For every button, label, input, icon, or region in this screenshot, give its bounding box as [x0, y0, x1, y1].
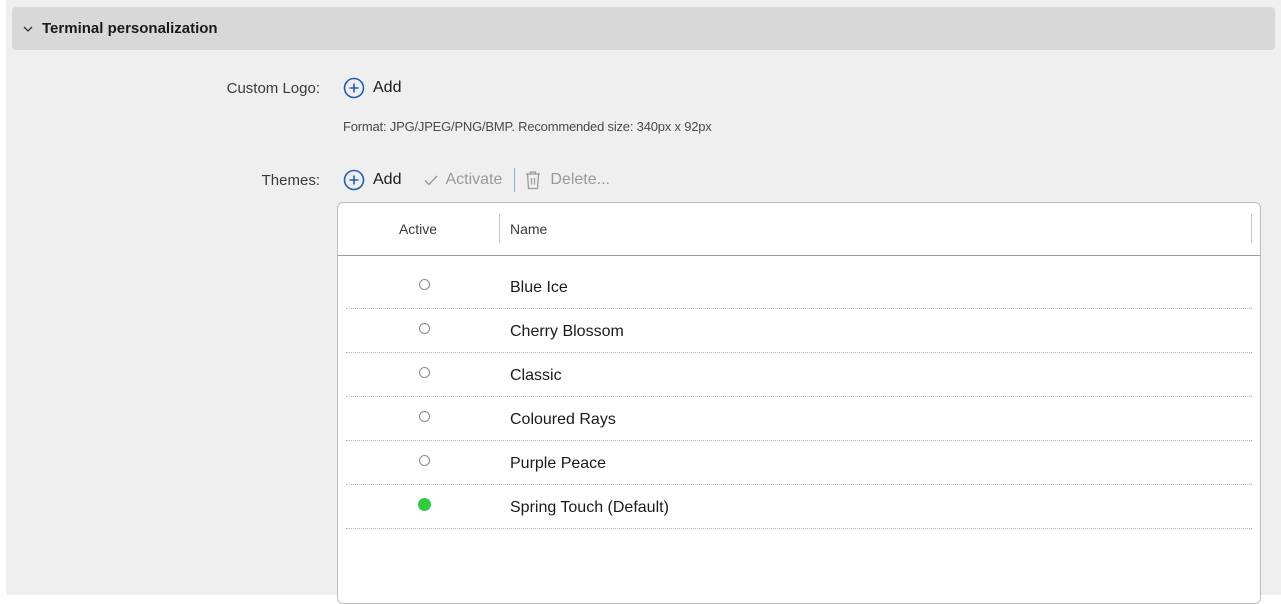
column-divider[interactable] [499, 214, 500, 243]
active-indicator[interactable] [418, 498, 431, 511]
theme-name: Spring Touch (Default) [510, 499, 669, 516]
column-divider[interactable] [1251, 214, 1252, 243]
table-row[interactable]: Classic [346, 353, 1252, 397]
custom-logo-label: Custom Logo: [226, 80, 320, 97]
themes-label: Themes: [261, 172, 320, 189]
theme-name: Coloured Rays [510, 411, 616, 428]
toolbar-divider [514, 168, 516, 192]
table-row[interactable]: Blue Ice [346, 265, 1252, 309]
add-logo-button[interactable]: Add [343, 77, 401, 99]
add-logo-label: Add [373, 79, 402, 96]
custom-logo-toolbar: Add [343, 77, 401, 99]
trash-icon [526, 171, 541, 190]
chevron-down-icon [23, 26, 33, 32]
plus-circle-icon [343, 77, 365, 99]
themes-table: Active Name Blue Ice Cherry Blossom Classi… [337, 202, 1261, 604]
table-row[interactable]: Coloured Rays [346, 397, 1252, 441]
theme-name: Blue Ice [510, 279, 568, 296]
table-row[interactable]: Cherry Blossom [346, 309, 1252, 353]
inactive-radio[interactable] [419, 411, 430, 422]
themes-toolbar: Add Activate Delete... [343, 168, 610, 192]
table-row[interactable]: Spring Touch (Default) [346, 485, 1252, 529]
theme-name: Cherry Blossom [510, 323, 624, 340]
inactive-radio[interactable] [419, 367, 430, 378]
checkmark-icon [424, 175, 438, 186]
inactive-radio[interactable] [419, 455, 430, 466]
theme-name: Classic [510, 367, 562, 384]
column-header-name[interactable]: Name [510, 221, 547, 237]
activate-theme-label: Activate [445, 171, 503, 188]
activate-theme-button[interactable]: Activate [423, 171, 502, 189]
logo-format-hint: Format: JPG/JPEG/PNG/BMP. Recommended si… [343, 119, 712, 134]
add-theme-label: Add [373, 171, 402, 188]
theme-name: Purple Peace [510, 455, 607, 472]
section-title: Terminal personalization [42, 20, 218, 37]
column-header-active[interactable]: Active [338, 221, 498, 237]
table-row[interactable]: Purple Peace [346, 441, 1252, 485]
table-header: Active Name [338, 203, 1260, 256]
section-header-terminal-personalization[interactable]: Terminal personalization [12, 7, 1275, 50]
delete-theme-label: Delete... [550, 171, 610, 188]
delete-theme-button[interactable]: Delete... [524, 169, 610, 191]
inactive-radio[interactable] [419, 323, 430, 334]
plus-circle-icon [343, 169, 365, 191]
add-theme-button[interactable]: Add [343, 169, 401, 191]
inactive-radio[interactable] [419, 279, 430, 290]
